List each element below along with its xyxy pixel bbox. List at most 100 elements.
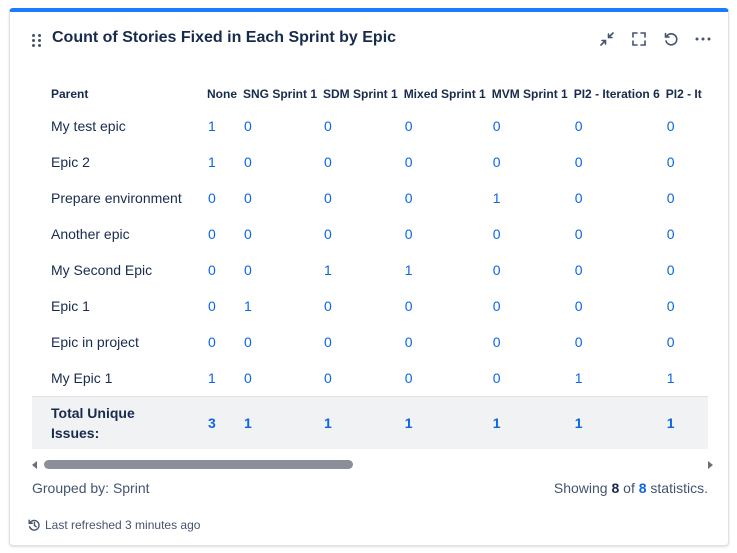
count-link[interactable]: 0 bbox=[404, 360, 492, 397]
count-link[interactable]: 0 bbox=[207, 324, 243, 360]
table-row: Epic in project 0 0 0 0 0 0 0 bbox=[32, 324, 708, 360]
table-row: My test epic 1 0 0 0 0 0 0 bbox=[32, 108, 708, 144]
count-link[interactable]: 0 bbox=[404, 108, 492, 144]
last-refreshed: Last refreshed 3 minutes ago bbox=[27, 518, 200, 532]
count-link[interactable]: 0 bbox=[574, 180, 666, 216]
count-link[interactable]: 0 bbox=[243, 108, 323, 144]
total-count-link[interactable]: 1 bbox=[573, 396, 666, 449]
count-link[interactable]: 0 bbox=[243, 252, 323, 288]
count-link[interactable]: 0 bbox=[207, 252, 243, 288]
count-link[interactable]: 1 bbox=[492, 180, 574, 216]
table-row: My Second Epic 0 0 1 1 0 0 0 bbox=[32, 252, 708, 288]
count-link[interactable]: 1 bbox=[207, 108, 243, 144]
scroll-right-icon[interactable] bbox=[708, 461, 713, 469]
count-link[interactable]: 0 bbox=[323, 108, 404, 144]
count-link[interactable]: 1 bbox=[666, 360, 708, 397]
count-link[interactable]: 0 bbox=[243, 360, 323, 397]
count-link[interactable]: 0 bbox=[323, 324, 404, 360]
count-link[interactable]: 0 bbox=[574, 252, 666, 288]
statistics-table-scroller[interactable]: Parent None SNG Sprint 1 SDM Sprint 1 Mi… bbox=[32, 80, 713, 452]
count-link[interactable]: 0 bbox=[666, 180, 708, 216]
count-link[interactable]: 1 bbox=[574, 360, 666, 397]
count-link[interactable]: 0 bbox=[243, 216, 323, 252]
row-label: Epic in project bbox=[51, 334, 139, 350]
count-link[interactable]: 0 bbox=[243, 324, 323, 360]
count-link[interactable]: 0 bbox=[492, 144, 574, 180]
total-row: Total Unique Issues: 3 1 1 1 1 1 1 bbox=[32, 396, 708, 449]
total-count-link[interactable]: 1 bbox=[665, 396, 708, 449]
column-header: Parent bbox=[51, 87, 89, 101]
count-link[interactable]: 0 bbox=[492, 252, 574, 288]
scrollbar-thumb[interactable] bbox=[44, 460, 353, 469]
column-header: SDM Sprint 1 bbox=[323, 87, 398, 101]
table-row: Another epic 0 0 0 0 0 0 0 bbox=[32, 216, 708, 252]
statistics-table: Parent None SNG Sprint 1 SDM Sprint 1 Mi… bbox=[32, 80, 708, 449]
count-link[interactable]: 1 bbox=[207, 360, 243, 397]
table-row: Prepare environment 0 0 0 0 1 0 0 bbox=[32, 180, 708, 216]
count-link[interactable]: 0 bbox=[666, 324, 708, 360]
count-link[interactable]: 0 bbox=[404, 144, 492, 180]
count-link[interactable]: 0 bbox=[323, 216, 404, 252]
total-label-line: Issues: bbox=[51, 425, 100, 441]
gadget-header: Count of Stories Fixed in Each Sprint by… bbox=[10, 12, 728, 64]
row-label: My Epic 1 bbox=[51, 370, 113, 386]
column-header: PI2 - Iteration 6 bbox=[573, 87, 660, 101]
count-link[interactable]: 0 bbox=[207, 216, 243, 252]
refresh-icon[interactable] bbox=[662, 30, 680, 48]
gadget-actions bbox=[598, 30, 712, 48]
total-count-link[interactable]: 3 bbox=[207, 396, 243, 449]
count-link[interactable]: 0 bbox=[404, 180, 492, 216]
fullscreen-icon[interactable] bbox=[630, 30, 648, 48]
more-icon[interactable] bbox=[694, 30, 712, 48]
count-link[interactable]: 0 bbox=[492, 108, 574, 144]
column-header: Mixed Sprint 1 bbox=[403, 87, 486, 101]
minimize-icon[interactable] bbox=[598, 30, 616, 48]
count-link[interactable]: 0 bbox=[666, 108, 708, 144]
count-link[interactable]: 1 bbox=[207, 144, 243, 180]
count-link[interactable]: 0 bbox=[323, 180, 404, 216]
count-link[interactable]: 1 bbox=[404, 252, 492, 288]
count-link[interactable]: 0 bbox=[574, 324, 666, 360]
count-link[interactable]: 0 bbox=[574, 144, 666, 180]
count-link[interactable]: 0 bbox=[323, 144, 404, 180]
total-count-link[interactable]: 1 bbox=[403, 396, 492, 449]
total-count-link[interactable]: 1 bbox=[491, 396, 574, 449]
count-link[interactable]: 0 bbox=[492, 360, 574, 397]
scroll-left-icon[interactable] bbox=[32, 461, 37, 469]
count-link[interactable]: 0 bbox=[666, 216, 708, 252]
count-link[interactable]: 0 bbox=[243, 180, 323, 216]
showing-statistics: Showing 8 of 8 statistics. bbox=[553, 480, 708, 496]
row-label: Epic 2 bbox=[51, 154, 90, 170]
count-link[interactable]: 1 bbox=[323, 252, 404, 288]
horizontal-scrollbar[interactable] bbox=[32, 458, 713, 472]
count-link[interactable]: 0 bbox=[574, 288, 666, 324]
count-link[interactable]: 0 bbox=[323, 288, 404, 324]
row-label: My Second Epic bbox=[51, 262, 153, 278]
count-link[interactable]: 0 bbox=[404, 324, 492, 360]
count-link[interactable]: 0 bbox=[404, 216, 492, 252]
count-link[interactable]: 1 bbox=[243, 288, 323, 324]
table-row: My Epic 11000011 bbox=[32, 360, 708, 397]
count-link[interactable]: 0 bbox=[666, 144, 708, 180]
count-link[interactable]: 0 bbox=[666, 288, 708, 324]
row-label: Prepare environment bbox=[51, 190, 182, 206]
count-link[interactable]: 0 bbox=[492, 324, 574, 360]
total-count-link[interactable]: 1 bbox=[323, 396, 404, 449]
count-link[interactable]: 0 bbox=[666, 252, 708, 288]
count-link[interactable]: 0 bbox=[574, 108, 666, 144]
count-link[interactable]: 0 bbox=[207, 180, 243, 216]
total-count-link[interactable]: 1 bbox=[243, 396, 324, 449]
row-label: Epic 1 bbox=[51, 298, 90, 314]
column-header: SNG Sprint 1 bbox=[243, 87, 318, 101]
count-link[interactable]: 0 bbox=[243, 144, 323, 180]
count-link[interactable]: 0 bbox=[492, 288, 574, 324]
count-link[interactable]: 0 bbox=[207, 288, 243, 324]
history-icon bbox=[28, 519, 40, 531]
count-link[interactable]: 0 bbox=[323, 360, 404, 397]
count-link[interactable]: 0 bbox=[404, 288, 492, 324]
count-link[interactable]: 0 bbox=[492, 216, 574, 252]
row-label: Another epic bbox=[51, 226, 130, 242]
total-label-line: Total Unique bbox=[51, 405, 135, 421]
count-link[interactable]: 0 bbox=[574, 216, 666, 252]
drag-handle-icon[interactable] bbox=[32, 34, 44, 50]
